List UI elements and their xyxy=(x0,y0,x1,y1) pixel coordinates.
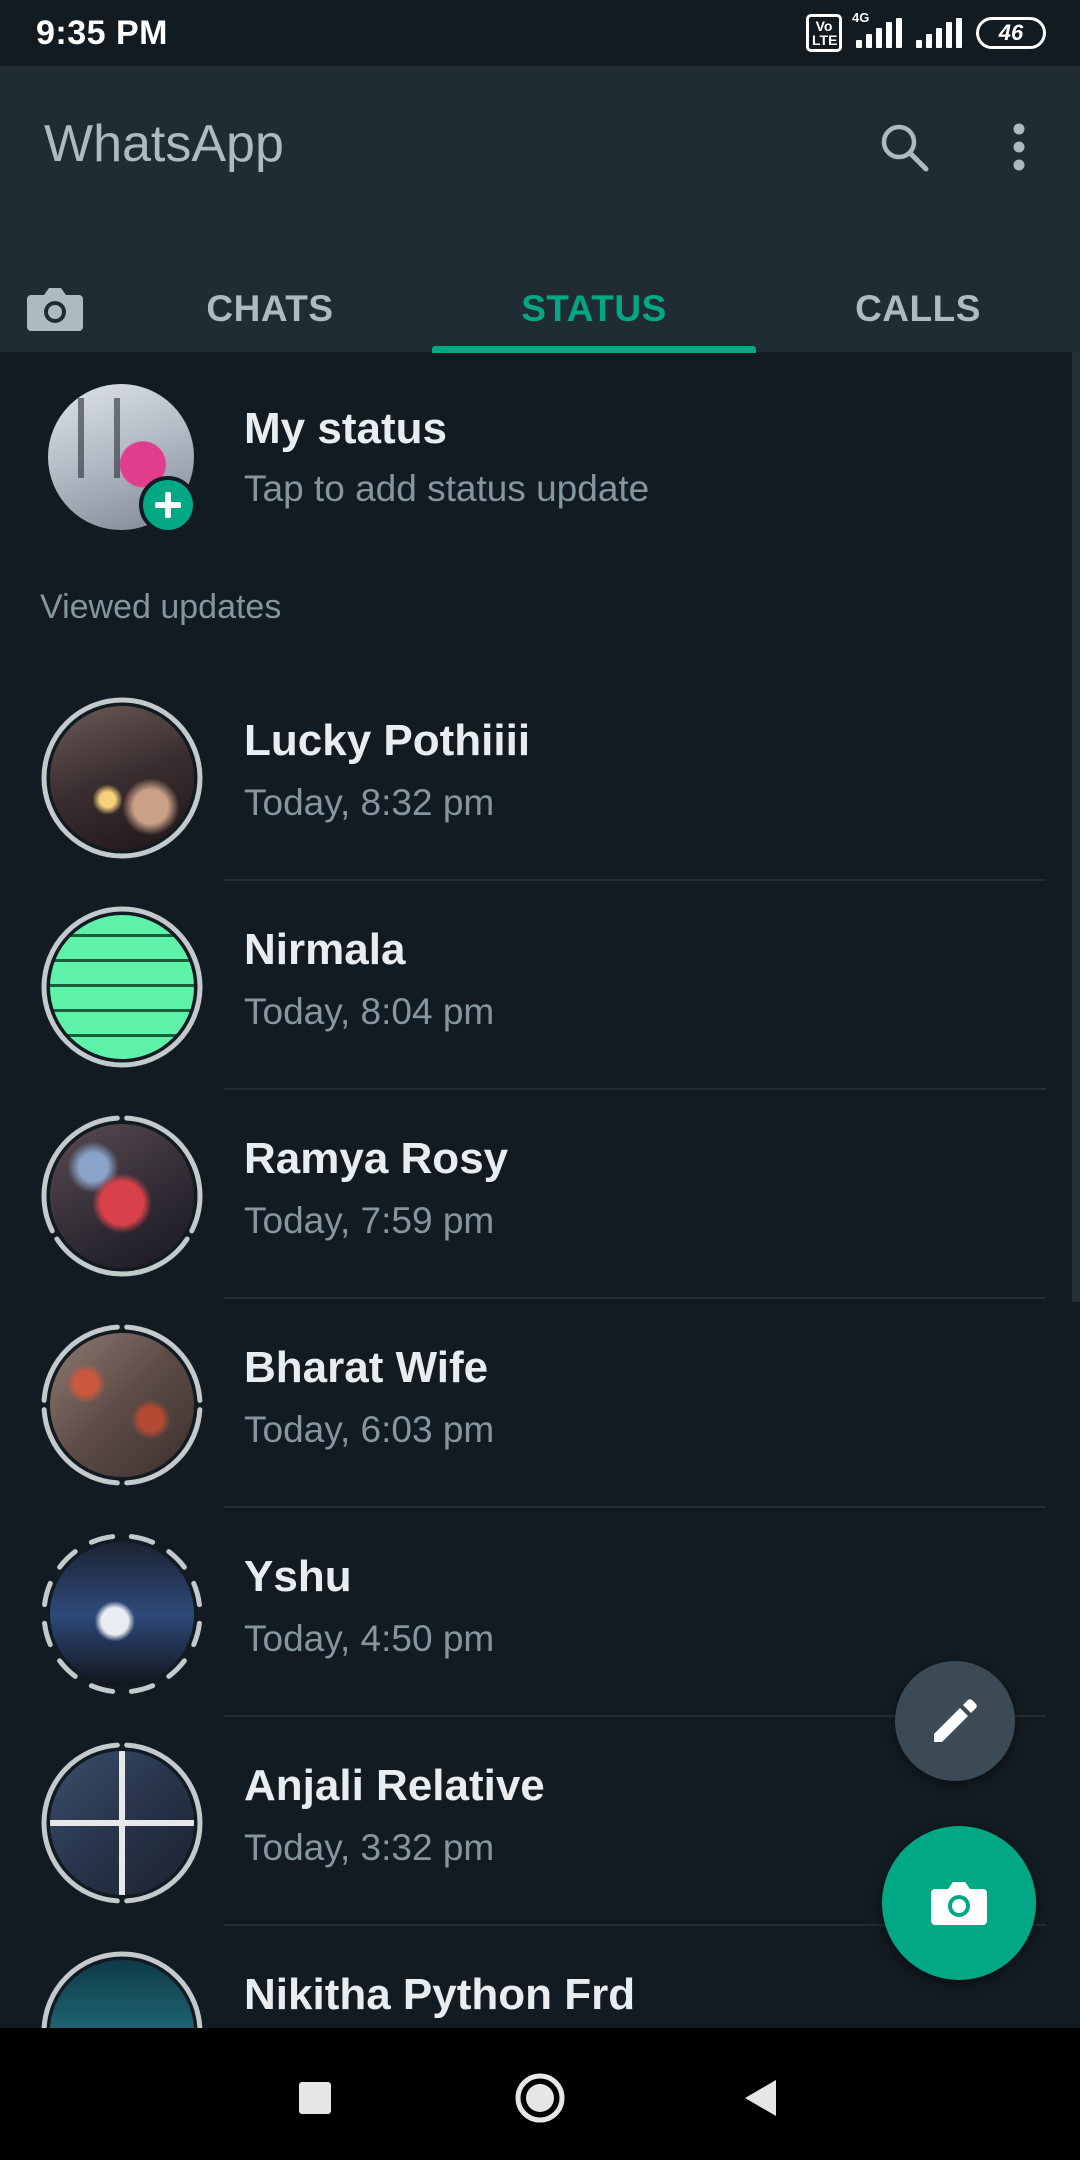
battery-icon: 46 xyxy=(976,17,1046,49)
viewed-updates-heading: Viewed updates xyxy=(40,588,282,626)
status-time: Today, 4:50 pm xyxy=(244,1618,495,1659)
back-button[interactable] xyxy=(720,2058,800,2138)
status-ring-segment xyxy=(128,1683,156,1694)
status-ring xyxy=(40,1114,204,1278)
recents-button[interactable] xyxy=(275,2058,355,2138)
status-thumbnail xyxy=(50,915,194,1059)
status-ring-segment xyxy=(191,1580,202,1608)
status-contact-name: Ramya Rosy xyxy=(244,1134,509,1183)
status-time: Today, 3:32 pm xyxy=(244,1827,495,1868)
status-ring-segment xyxy=(128,1534,156,1545)
status-time: Today, 8:04 pm xyxy=(244,991,495,1032)
new-text-status-button[interactable] xyxy=(895,1661,1015,1781)
status-ring xyxy=(40,1323,204,1487)
status-list: Lucky Pothiiii Today, 8:32 pm Nirmala To… xyxy=(0,672,1080,2028)
status-ring xyxy=(40,1950,204,2028)
status-contact-name: Nikitha Python Frd xyxy=(244,1970,636,2019)
my-status-row[interactable]: My status Tap to add status update xyxy=(0,352,1080,552)
camera-icon xyxy=(931,1882,987,1925)
status-ring-segment xyxy=(88,1534,116,1545)
pencil-icon xyxy=(934,1699,977,1742)
signal-icon xyxy=(916,18,962,48)
camera-tab-icon[interactable] xyxy=(20,266,90,352)
status-thumbnail xyxy=(50,1124,194,1268)
app-bar: WhatsApp CHATS STATUS CALLS xyxy=(0,66,1080,353)
status-row[interactable]: Nirmala Today, 8:04 pm xyxy=(0,881,1080,1090)
status-time: Today, 6:03 pm xyxy=(244,1409,495,1450)
new-camera-status-button[interactable] xyxy=(882,1826,1036,1980)
status-thumbnail xyxy=(50,1333,194,1477)
app-title: WhatsApp xyxy=(44,115,284,173)
status-time: Today, 8:32 pm xyxy=(244,782,495,823)
status-content: My status Tap to add status update Viewe… xyxy=(0,352,1080,2028)
status-contact-name: Nirmala xyxy=(244,925,406,974)
tab-calls[interactable]: CALLS xyxy=(756,266,1080,352)
status-row[interactable]: Bharat Wife Today, 6:03 pm xyxy=(0,1299,1080,1508)
system-navigation-bar xyxy=(0,2028,1080,2160)
status-row[interactable]: Lucky Pothiiii Today, 8:32 pm xyxy=(0,672,1080,881)
status-ring xyxy=(40,1741,204,1905)
volte-icon: Vo LTE xyxy=(806,14,842,52)
status-time: Today, 7:59 pm xyxy=(244,1200,495,1241)
status-ring-segment xyxy=(191,1620,202,1648)
status-ring xyxy=(40,905,204,1069)
status-contact-name: Yshu xyxy=(244,1552,352,1601)
my-status-title: My status xyxy=(244,404,447,453)
tab-bar: CHATS STATUS CALLS xyxy=(0,266,1080,352)
status-thumbnail xyxy=(50,706,194,850)
tab-status[interactable]: STATUS xyxy=(432,266,756,352)
search-icon[interactable] xyxy=(869,112,939,182)
status-thumbnail xyxy=(50,1542,194,1686)
status-ring-segment xyxy=(42,1620,53,1648)
system-status-bar: 9:35 PM Vo LTE 4G 46 xyxy=(0,0,1080,66)
clock: 9:35 PM xyxy=(36,13,168,52)
status-ring xyxy=(40,1532,204,1696)
status-contact-name: Bharat Wife xyxy=(244,1343,489,1392)
status-ring-segment xyxy=(88,1683,116,1694)
status-ring xyxy=(40,696,204,860)
battery-level: 46 xyxy=(998,20,1024,45)
status-contact-name: Anjali Relative xyxy=(244,1761,545,1810)
status-icons: Vo LTE 4G 46 xyxy=(806,10,1046,52)
tab-chats[interactable]: CHATS xyxy=(108,266,432,352)
my-status-subtitle: Tap to add status update xyxy=(244,468,650,509)
status-contact-name: Lucky Pothiiii xyxy=(244,716,531,765)
more-vert-icon[interactable] xyxy=(984,112,1054,182)
status-row[interactable]: Ramya Rosy Today, 7:59 pm xyxy=(0,1090,1080,1299)
status-thumbnail xyxy=(50,1751,194,1895)
status-ring-segment xyxy=(42,1580,53,1608)
signal-4g-icon: 4G xyxy=(852,10,902,48)
home-button[interactable] xyxy=(500,2058,580,2138)
add-icon[interactable] xyxy=(139,476,197,534)
